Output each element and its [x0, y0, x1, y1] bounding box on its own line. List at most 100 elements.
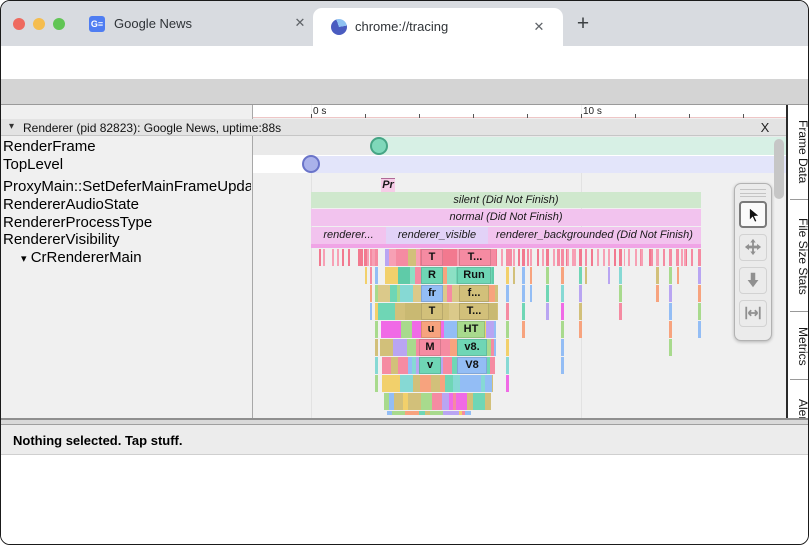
flame-slice[interactable]	[401, 321, 412, 338]
pan-tool-button[interactable]	[739, 234, 767, 261]
flame-slice[interactable]	[669, 267, 672, 284]
flame-slice[interactable]	[380, 339, 393, 356]
flame-slice[interactable]	[365, 267, 367, 284]
flame-slice[interactable]	[677, 249, 679, 266]
flame-slice[interactable]	[579, 267, 582, 284]
flame-slice[interactable]	[506, 321, 509, 338]
flame-slice[interactable]	[546, 267, 549, 284]
flame-slice[interactable]	[585, 267, 587, 284]
flame-slice[interactable]	[405, 303, 416, 320]
flame-slice[interactable]	[400, 285, 413, 302]
flame-slice[interactable]	[407, 339, 416, 356]
flame-slice[interactable]	[375, 321, 378, 338]
flame-slice[interactable]	[393, 339, 401, 356]
flame-slice-labeled[interactable]: v8.	[457, 339, 487, 356]
flame-slice[interactable]	[579, 321, 582, 338]
flame-slice[interactable]	[342, 249, 344, 266]
track-row-crrenderermain[interactable]: ▾ CrRendererMain	[21, 249, 269, 266]
flame-slice[interactable]	[490, 357, 495, 374]
flame-slice[interactable]	[391, 357, 398, 374]
flame-slice[interactable]	[398, 357, 408, 374]
flame-slice[interactable]	[506, 357, 509, 374]
collapse-triangle-icon[interactable]: ▾	[9, 119, 14, 135]
flame-slice[interactable]	[669, 303, 672, 320]
flame-slice[interactable]	[419, 411, 426, 415]
flame-slice[interactable]	[370, 285, 372, 302]
close-track-button[interactable]: X	[757, 120, 773, 135]
audio-state-bar[interactable]: silent (Did Not Finish)	[311, 192, 701, 208]
new-tab-button[interactable]: +	[571, 13, 595, 37]
flame-slice-labeled[interactable]: Run	[457, 267, 491, 284]
flame-slice[interactable]	[444, 321, 457, 338]
flame-slice[interactable]	[513, 249, 515, 266]
flame-slice[interactable]	[396, 249, 408, 266]
tab-alerts[interactable]: Alerts	[788, 383, 809, 418]
flame-slice[interactable]	[506, 303, 509, 320]
flame-slice[interactable]	[431, 375, 440, 392]
flame-slice[interactable]	[656, 285, 659, 302]
flame-slice[interactable]	[561, 303, 564, 320]
flame-slice[interactable]	[497, 303, 498, 320]
flame-slice[interactable]	[381, 321, 389, 338]
flame-slice-labeled[interactable]: M	[419, 339, 441, 356]
flame-slice-labeled[interactable]: HT	[457, 321, 485, 338]
flame-slice[interactable]	[698, 249, 701, 266]
flame-slice[interactable]	[591, 249, 593, 266]
flame-slice[interactable]	[492, 375, 493, 392]
flame-slice[interactable]	[669, 285, 672, 302]
flame-slice[interactable]	[628, 249, 630, 266]
instant-event-marker[interactable]	[370, 137, 388, 155]
tab-file-size-stats[interactable]: File Size Stats	[788, 203, 809, 307]
flame-slice-labeled[interactable]: T	[421, 249, 443, 266]
visibility-bar-1[interactable]: renderer...	[311, 227, 386, 244]
flame-slice[interactable]	[641, 249, 643, 266]
track-row-proxymain[interactable]: ProxyMain::SetDeferMainFrameUpdate	[3, 178, 251, 195]
track-row-processtype[interactable]: RendererProcessType	[3, 214, 251, 231]
flame-slice-labeled[interactable]: T...	[459, 249, 491, 266]
flame-slice[interactable]	[448, 249, 457, 266]
flame-slice[interactable]	[465, 411, 471, 415]
flame-slice[interactable]	[561, 249, 564, 266]
flame-slice[interactable]	[619, 285, 622, 302]
flame-slice[interactable]	[513, 267, 515, 284]
flame-slice[interactable]	[579, 285, 582, 302]
flame-slice[interactable]	[656, 249, 659, 266]
flame-slice[interactable]	[392, 411, 405, 415]
flame-slice[interactable]	[579, 249, 582, 266]
flame-slice[interactable]	[445, 375, 453, 392]
flame-slice[interactable]	[365, 249, 367, 266]
tab-metrics[interactable]: Metrics	[788, 315, 809, 375]
flame-slice[interactable]	[698, 321, 701, 338]
flame-slice[interactable]	[522, 267, 525, 284]
flame-slice[interactable]	[527, 249, 529, 266]
close-tab-icon[interactable]: ✕	[531, 19, 547, 35]
collapse-triangle-icon[interactable]: ▾	[21, 253, 27, 265]
flame-slice[interactable]	[698, 267, 701, 284]
flame-slice-labeled[interactable]: R	[421, 267, 443, 284]
flame-slice[interactable]	[669, 339, 672, 356]
flame-slice[interactable]	[585, 249, 587, 266]
flame-slice[interactable]	[442, 393, 449, 410]
track-row-renderframe[interactable]: RenderFrame	[3, 138, 251, 155]
flame-slice[interactable]	[506, 375, 509, 392]
flame-slice[interactable]	[405, 411, 418, 415]
flame-slice[interactable]	[486, 321, 494, 338]
flame-slice[interactable]	[432, 393, 442, 410]
flame-slice[interactable]	[460, 375, 469, 392]
flame-slice[interactable]	[530, 249, 532, 266]
flame-slice-labeled[interactable]: v	[419, 357, 441, 374]
flame-slice[interactable]	[522, 303, 525, 320]
process-track-header[interactable]: ▾ Renderer (pid 82823): Google News, upt…	[1, 119, 786, 136]
flame-slice[interactable]	[603, 249, 605, 266]
proxymain-slice[interactable]: Pr	[381, 178, 395, 192]
flame-slice[interactable]	[684, 249, 686, 266]
flame-slice[interactable]	[494, 321, 496, 338]
flame-slice[interactable]	[370, 303, 372, 320]
instant-event-marker[interactable]	[302, 155, 320, 173]
flame-slice[interactable]	[530, 285, 532, 302]
flame-slice-labeled[interactable]: fr	[421, 285, 443, 302]
flame-slice[interactable]	[382, 357, 391, 374]
flame-slice[interactable]	[485, 393, 491, 410]
flame-slice[interactable]	[663, 249, 665, 266]
flame-slice-labeled[interactable]: T...	[459, 303, 489, 320]
